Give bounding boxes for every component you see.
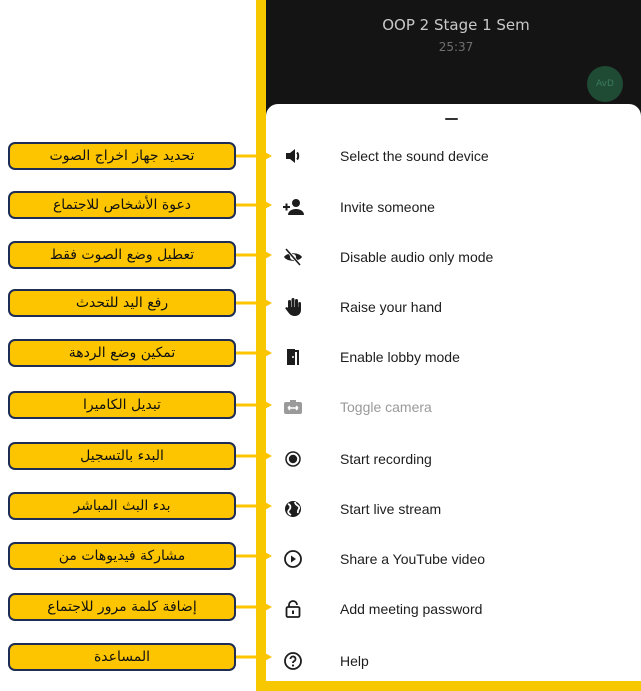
menu-item-label: Invite someone: [340, 199, 435, 215]
menu-item-disable-audio-only[interactable]: Disable audio only mode: [266, 237, 641, 277]
pointer-arrow: [236, 348, 272, 358]
door-icon: [282, 346, 304, 368]
menu-item-label: Toggle camera: [340, 399, 432, 415]
pointer-arrow: [236, 652, 272, 662]
annotation-callout: تعطيل وضع الصوت فقط: [8, 241, 236, 269]
menu-item-label: Disable audio only mode: [340, 249, 494, 265]
menu-item-label: Start live stream: [340, 501, 442, 517]
annotation-callout: تبديل الكاميرا: [8, 391, 236, 419]
play-circle-icon: [282, 548, 304, 570]
annotation-callout: مشاركة فيديوهات من: [8, 542, 236, 570]
menu-item-start-recording[interactable]: Start recording: [266, 439, 641, 479]
pointer-arrow: [236, 200, 272, 210]
meeting-title: OOP 2 Stage 1 Sem: [382, 16, 530, 34]
menu-item-label: Raise your hand: [340, 299, 442, 315]
menu-item-label: Select the sound device: [340, 148, 489, 164]
menu-item-start-live-stream[interactable]: Start live stream: [266, 489, 641, 529]
pointer-arrow: [236, 250, 272, 260]
menu-item-add-meeting-password[interactable]: Add meeting password: [266, 589, 641, 629]
menu-item-help[interactable]: Help: [266, 641, 641, 681]
lock-icon: [282, 598, 304, 620]
annotation-callout: البدء بالتسجيل: [8, 442, 236, 470]
pointer-arrow: [236, 602, 272, 612]
pointer-arrow: [236, 451, 272, 461]
menu-item-invite-someone[interactable]: Invite someone: [266, 187, 641, 227]
camera-switch-icon: [282, 396, 304, 418]
pointer-arrow: [236, 151, 272, 161]
menu-item-label: Share a YouTube video: [340, 551, 486, 567]
pointer-arrow: [236, 298, 272, 308]
meeting-screen: OOP 2 Stage 1 Sem 25:37 AvD Select the s…: [266, 0, 641, 681]
speaker-icon: [282, 145, 304, 167]
eye-off-icon: [282, 246, 304, 268]
annotation-callout: رفع اليد للتحدث: [8, 289, 236, 317]
pointer-arrow: [236, 551, 272, 561]
annotation-callout: تمكين وضع الردهة: [8, 339, 236, 367]
menu-item-label: Add meeting password: [340, 601, 483, 617]
menu-item-toggle-camera[interactable]: Toggle camera: [266, 387, 641, 427]
menu-item-label: Start recording: [340, 451, 432, 467]
help-icon: [282, 650, 304, 672]
call-timer: 25:37: [438, 40, 474, 54]
menu-item-select-sound-device[interactable]: Select the sound device: [266, 136, 641, 176]
annotation-callout: إضافة كلمة مرور للاجتماع: [8, 593, 236, 621]
menu-item-raise-hand[interactable]: Raise your hand: [266, 287, 641, 327]
avatar[interactable]: AvD: [587, 66, 623, 102]
more-options-sheet: Select the sound device Invite someone D…: [266, 104, 641, 681]
pointer-arrow: [236, 400, 272, 410]
sheet-drag-handle[interactable]: [445, 118, 458, 120]
add-person-icon: [282, 196, 304, 218]
annotation-callout: بدء البث المباشر: [8, 492, 236, 520]
record-icon: [282, 448, 304, 470]
hand-icon: [282, 296, 304, 318]
annotation-callout: المساعدة: [8, 643, 236, 671]
menu-item-label: Enable lobby mode: [340, 349, 460, 365]
menu-item-enable-lobby-mode[interactable]: Enable lobby mode: [266, 337, 641, 377]
pointer-arrow: [236, 501, 272, 511]
annotation-callout: تحديد جهاز اخراج الصوت: [8, 142, 236, 170]
annotation-callout: دعوة الأشخاص للاجتماع: [8, 191, 236, 219]
menu-item-label: Help: [340, 653, 369, 669]
globe-icon: [282, 498, 304, 520]
menu-item-share-youtube[interactable]: Share a YouTube video: [266, 539, 641, 579]
